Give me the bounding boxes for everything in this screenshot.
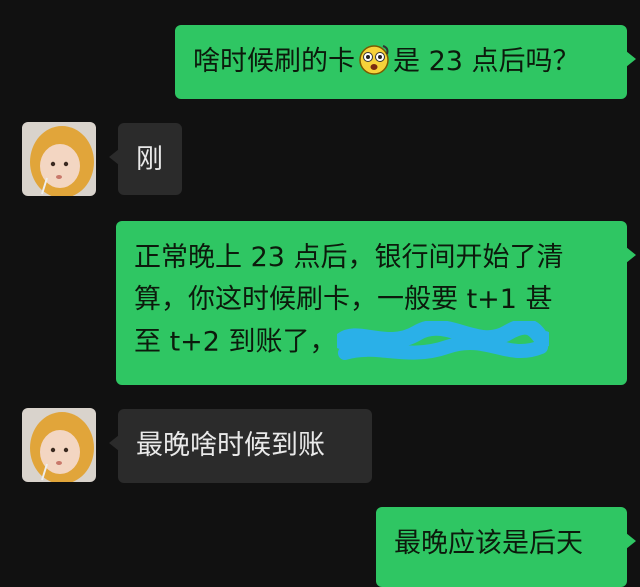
message-text: 刚 — [136, 144, 163, 175]
message-text: 最晚应该是后天 — [394, 528, 583, 559]
message-bubble-outgoing[interactable]: 正常晚上 23 点后，银行间开始了清 算，你这时候刷卡，一般要 t+1 甚 至 … — [116, 221, 636, 385]
message-bubble-outgoing[interactable]: 啥时候刷的卡 是 23 点后吗？ — [175, 25, 636, 99]
chat-view: 啥时候刷的卡 是 23 点后吗？ 刚 正常晚上 23 点后，银行间开始了清 算，… — [0, 0, 640, 587]
message-bubble-incoming[interactable]: 刚 — [109, 123, 182, 195]
message-text: 最晚啥时候到账 — [136, 430, 325, 461]
message-bubble-incoming[interactable]: 最晚啥时候到账 — [109, 409, 372, 483]
message-text: 啥时候刷的卡 — [193, 46, 355, 77]
child-avatar-icon — [22, 122, 96, 196]
message-text: 是 23 点后吗？ — [393, 46, 580, 77]
message-line: 正常晚上 23 点后，银行间开始了清 — [134, 242, 564, 273]
message-bubble-outgoing[interactable]: 最晚应该是后天 — [376, 507, 636, 587]
message-line: 算，你这时候刷卡，一般要 t+1 甚 — [134, 284, 553, 316]
redaction-scribble — [336, 321, 549, 361]
message-line-with-redaction: 至 t+2 到账了， — [134, 321, 609, 365]
shocked-face-emoji-icon — [359, 45, 389, 75]
contact-avatar[interactable] — [22, 122, 96, 196]
child-avatar-icon — [22, 408, 96, 482]
contact-avatar[interactable] — [22, 408, 96, 482]
